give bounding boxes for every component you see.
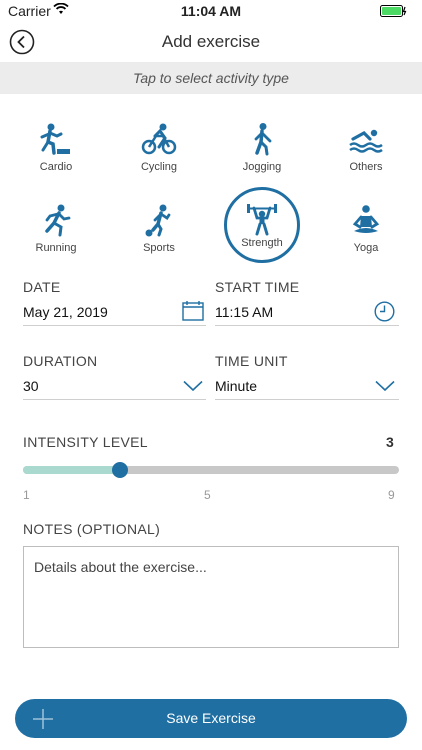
start-time-field[interactable]: 11:15 AM xyxy=(215,304,273,320)
swimming-icon xyxy=(349,129,383,153)
time-unit-underline xyxy=(215,399,399,400)
chevron-down-icon[interactable] xyxy=(375,380,395,392)
activity-sports[interactable]: Sports xyxy=(114,191,204,265)
slider-fill xyxy=(23,466,120,474)
date-field[interactable]: May 21, 2019 xyxy=(23,304,108,320)
slider-min-label: 1 xyxy=(23,488,30,502)
notes-label: NOTES (OPTIONAL) xyxy=(23,521,161,537)
calendar-icon[interactable] xyxy=(182,301,204,321)
intensity-slider[interactable] xyxy=(23,462,399,478)
duration-field[interactable]: 30 xyxy=(23,378,39,394)
cycling-icon xyxy=(141,123,177,155)
activity-label: Cycling xyxy=(140,161,178,173)
activity-cardio[interactable]: Cardio xyxy=(11,110,101,184)
status-time: 11:04 AM xyxy=(180,3,242,19)
date-label: DATE xyxy=(23,279,61,295)
slider-mid-label: 5 xyxy=(204,488,211,502)
activity-label: Sports xyxy=(143,242,175,254)
duration-label: DURATION xyxy=(23,353,98,369)
activity-label: Running xyxy=(35,242,77,254)
intensity-label: INTENSITY LEVEL xyxy=(23,434,148,450)
sports-icon xyxy=(145,204,171,237)
clock-icon[interactable] xyxy=(374,301,395,322)
status-bar: Carrier 11:04 AM xyxy=(0,0,422,22)
activity-yoga[interactable]: Yoga xyxy=(321,191,411,265)
time-unit-field[interactable]: Minute xyxy=(215,378,257,394)
slider-thumb[interactable] xyxy=(112,462,128,478)
activity-running[interactable]: Running xyxy=(11,191,101,265)
activity-label: Jogging xyxy=(242,161,282,173)
running-icon xyxy=(45,204,71,237)
yoga-icon xyxy=(352,205,380,233)
activity-label: Yoga xyxy=(353,242,379,254)
start-time-label: START TIME xyxy=(215,279,300,295)
activity-hint: Tap to select activity type xyxy=(0,62,422,94)
activity-label: Strength xyxy=(241,237,283,249)
nav-bar: Add exercise xyxy=(0,22,422,62)
activity-cycling[interactable]: Cycling xyxy=(114,110,204,184)
weightlifting-icon xyxy=(247,204,277,236)
page-title: Add exercise xyxy=(161,32,261,51)
cardio-icon xyxy=(40,123,70,155)
save-exercise-button[interactable]: Save Exercise xyxy=(15,699,407,738)
battery-icon xyxy=(380,5,407,17)
activity-label: Others xyxy=(349,161,383,173)
activity-others[interactable]: Others xyxy=(321,110,411,184)
activity-strength[interactable]: Strength xyxy=(217,187,307,263)
duration-underline xyxy=(23,399,206,400)
activity-label: Cardio xyxy=(39,161,73,173)
start-time-underline xyxy=(215,325,399,326)
notes-field[interactable]: Details about the exercise... xyxy=(23,546,399,648)
slider-max-label: 9 xyxy=(388,488,395,502)
time-unit-label: TIME UNIT xyxy=(215,353,288,369)
save-label: Save Exercise xyxy=(166,710,256,726)
chevron-down-icon[interactable] xyxy=(183,380,203,392)
activity-jogging[interactable]: Jogging xyxy=(217,110,307,184)
intensity-value: 3 xyxy=(386,434,394,450)
date-underline xyxy=(23,325,206,326)
jogging-icon xyxy=(254,123,272,156)
